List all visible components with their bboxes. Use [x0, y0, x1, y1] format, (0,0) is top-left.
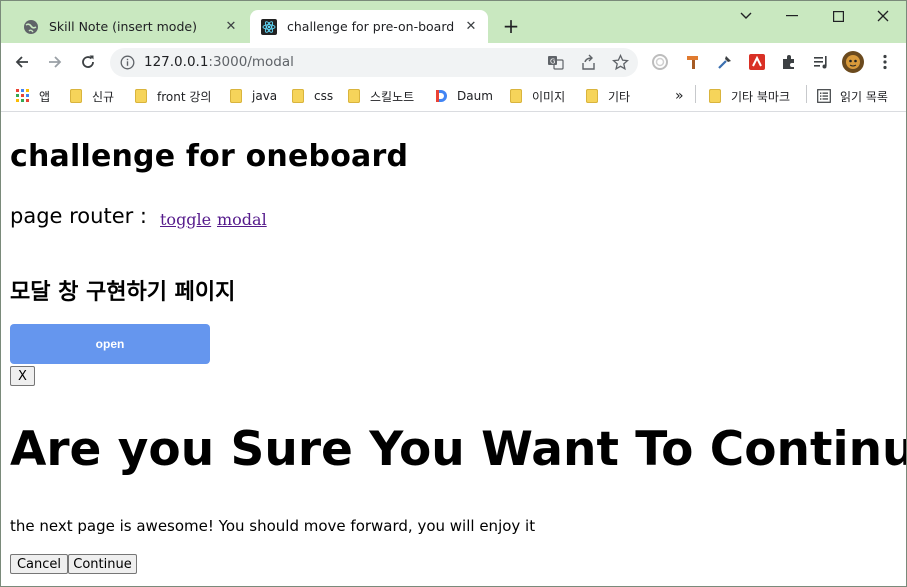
router-label: page router :: [10, 204, 147, 228]
modal-heading: Are you Sure You Want To Continue?: [10, 422, 907, 477]
extension-hammer-icon[interactable]: [683, 52, 703, 72]
apps-grid-icon: [16, 89, 30, 103]
folder-icon: [229, 89, 243, 103]
reading-list-button[interactable]: 읽기 목록: [817, 86, 888, 106]
bookmark-label: 이미지: [532, 89, 566, 104]
eyedropper-icon[interactable]: [715, 52, 735, 72]
bookmark-folder-skillnote[interactable]: 스킬노트: [347, 86, 414, 106]
folder-icon: [708, 89, 722, 103]
close-modal-button[interactable]: X: [10, 366, 35, 386]
bookmarks-bar: 앱 신규 front 강의 java css 스킬노트 Daum 이미지 기타 …: [1, 81, 906, 112]
folder-icon: [347, 89, 361, 103]
bookmark-label: css: [314, 89, 334, 103]
reading-list-icon: [817, 89, 831, 103]
folder-icon: [509, 89, 523, 103]
daum-icon: [434, 89, 448, 103]
close-tab-icon[interactable]: ✕: [223, 19, 239, 35]
section-title: 모달 창 구현하기 페이지: [10, 280, 236, 305]
share-icon[interactable]: [580, 54, 597, 75]
bookmarks-overflow-button[interactable]: »: [675, 86, 684, 106]
bookmark-folder-etc[interactable]: 기타: [585, 86, 630, 106]
bookmark-label: front 강의: [157, 89, 212, 104]
maximize-icon[interactable]: [820, 5, 856, 27]
extension-circle-icon[interactable]: [650, 52, 670, 72]
page-title: challenge for oneboard: [10, 139, 409, 174]
puzzle-icon[interactable]: [779, 52, 799, 72]
translate-icon[interactable]: G: [547, 54, 564, 75]
tab-search-icon[interactable]: [728, 5, 764, 27]
react-icon: [261, 18, 277, 35]
url-path: :3000/modal: [208, 54, 294, 70]
toggle-link[interactable]: toggle: [160, 210, 211, 229]
bookmark-folder-new[interactable]: 신규: [69, 86, 114, 106]
bookmark-folder-images[interactable]: 이미지: [509, 86, 565, 106]
bookmark-label: Daum: [457, 89, 493, 103]
bookmark-folder-java[interactable]: java: [229, 86, 277, 106]
extension-red-icon[interactable]: [747, 52, 767, 72]
modal-link[interactable]: modal: [217, 210, 267, 229]
bookmark-label: 앱: [39, 89, 51, 104]
tab-title: Skill Note (insert mode): [49, 19, 197, 34]
address-bar[interactable]: 127.0.0.1:3000/modal G: [110, 48, 638, 77]
bookmark-label: 기타 북마크: [731, 89, 791, 104]
folder-icon: [291, 89, 305, 103]
bookmark-label: java: [252, 89, 278, 103]
url-host: 127.0.0.1: [144, 54, 209, 70]
bookmark-folder-css[interactable]: css: [291, 86, 333, 106]
bookmark-label: 스킬노트: [370, 89, 415, 104]
tab-challenge[interactable]: challenge for pre-on-board ✕: [250, 10, 488, 43]
tab-title: challenge for pre-on-board: [287, 19, 455, 34]
avatar[interactable]: [841, 50, 865, 74]
reload-icon[interactable]: [77, 51, 99, 73]
bookmark-folder-front[interactable]: front 강의: [134, 86, 211, 106]
bookmark-label: 기타: [608, 89, 631, 104]
modal-text: the next page is awesome! You should mov…: [10, 517, 536, 535]
back-arrow-icon[interactable]: [11, 51, 33, 73]
url-text: 127.0.0.1:3000/modal: [144, 48, 294, 77]
open-button[interactable]: open: [10, 324, 210, 364]
cancel-button[interactable]: Cancel: [10, 554, 68, 574]
folder-icon: [69, 89, 83, 103]
bookmark-label: 신규: [92, 89, 115, 104]
bookmark-separator: [695, 85, 696, 103]
bookmark-daum[interactable]: Daum: [434, 86, 493, 106]
browser-window: Skill Note (insert mode) ✕ challenge for…: [0, 0, 907, 587]
new-tab-button[interactable]: +: [501, 16, 521, 36]
continue-button[interactable]: Continue: [68, 554, 137, 574]
info-icon[interactable]: [120, 55, 135, 74]
globe-icon: [23, 19, 39, 35]
media-playlist-icon[interactable]: [811, 52, 831, 72]
tab-skill-note[interactable]: Skill Note (insert mode) ✕: [12, 10, 248, 43]
folder-icon: [585, 89, 599, 103]
toolbar: 127.0.0.1:3000/modal G: [1, 43, 906, 81]
tab-strip: Skill Note (insert mode) ✕ challenge for…: [1, 1, 906, 43]
svg-text:G: G: [550, 58, 555, 66]
page-content: challenge for oneboard page router : tog…: [1, 112, 906, 586]
bookmark-separator: [806, 85, 807, 103]
bookmark-label: 읽기 목록: [840, 89, 888, 104]
close-tab-icon[interactable]: ✕: [463, 19, 479, 35]
forward-arrow-icon[interactable]: [44, 51, 66, 73]
folder-icon: [134, 89, 148, 103]
close-window-icon[interactable]: [865, 5, 901, 27]
bookmark-star-icon[interactable]: [611, 53, 630, 75]
minimize-icon[interactable]: [774, 5, 810, 27]
menu-kebab-icon[interactable]: [875, 52, 895, 72]
bookmark-apps[interactable]: 앱: [16, 86, 50, 106]
bookmark-other[interactable]: 기타 북마크: [708, 86, 790, 106]
